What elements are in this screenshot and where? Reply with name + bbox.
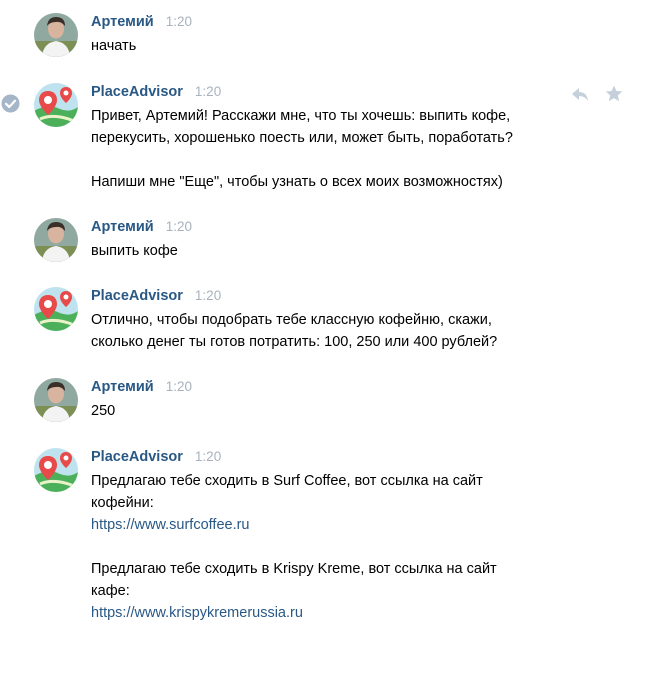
author-name[interactable]: Артемий bbox=[91, 219, 154, 235]
surfcoffee-link[interactable]: https://www.surfcoffee.ru bbox=[91, 514, 611, 536]
user-avatar[interactable] bbox=[34, 378, 78, 422]
text-line: выпить кофе bbox=[91, 243, 178, 259]
reply-icon[interactable] bbox=[570, 84, 590, 104]
text-line: Отлично, чтобы подобрать тебе классную к… bbox=[91, 312, 492, 328]
message-header: Артемий 1:20 bbox=[91, 13, 192, 31]
author-name[interactable]: PlaceAdvisor bbox=[91, 84, 183, 100]
message-header: PlaceAdvisor 1:20 bbox=[91, 448, 221, 466]
user-avatar[interactable] bbox=[34, 13, 78, 57]
message-time[interactable]: 1:20 bbox=[195, 449, 221, 464]
message-time[interactable]: 1:20 bbox=[166, 379, 192, 394]
author-name[interactable]: PlaceAdvisor bbox=[91, 449, 183, 465]
map-pin-icon bbox=[34, 287, 78, 331]
author-name[interactable]: Артемий bbox=[91, 14, 154, 30]
krispykreme-link[interactable]: https://www.krispykremerussia.ru bbox=[91, 602, 611, 624]
user-photo-icon bbox=[34, 218, 78, 262]
message-header: PlaceAdvisor 1:20 bbox=[91, 287, 221, 305]
bot-avatar[interactable] bbox=[34, 287, 78, 331]
author-name[interactable]: Артемий bbox=[91, 379, 154, 395]
bot-avatar[interactable] bbox=[34, 448, 78, 492]
user-avatar[interactable] bbox=[34, 218, 78, 262]
checkmark-circle-icon bbox=[1, 94, 20, 113]
message-text: начать bbox=[91, 35, 611, 57]
text-line: кафе: bbox=[91, 583, 130, 599]
message-text: Привет, Артемий! Расскажи мне, что ты хо… bbox=[91, 105, 611, 193]
map-pin-icon bbox=[34, 83, 78, 127]
message-time[interactable]: 1:20 bbox=[195, 84, 221, 99]
author-name[interactable]: PlaceAdvisor bbox=[91, 288, 183, 304]
message-header: Артемий 1:20 bbox=[91, 378, 192, 396]
message-text: Отлично, чтобы подобрать тебе классную к… bbox=[91, 309, 611, 353]
text-line: Привет, Артемий! Расскажи мне, что ты хо… bbox=[91, 108, 511, 124]
text-line: Предлагаю тебе сходить в Surf Coffee, во… bbox=[91, 473, 483, 489]
message-header: PlaceAdvisor 1:20 bbox=[91, 83, 221, 101]
text-line: начать bbox=[91, 38, 137, 54]
message-time[interactable]: 1:20 bbox=[166, 14, 192, 29]
message-header: Артемий 1:20 bbox=[91, 218, 192, 236]
message-time[interactable]: 1:20 bbox=[195, 288, 221, 303]
map-pin-icon bbox=[34, 448, 78, 492]
message-text: выпить кофе bbox=[91, 240, 611, 262]
message-time[interactable]: 1:20 bbox=[166, 219, 192, 234]
text-line: перекусить, хорошенько поесть или, может… bbox=[91, 130, 513, 146]
user-photo-icon bbox=[34, 13, 78, 57]
message-text: 250 bbox=[91, 400, 611, 422]
user-photo-icon bbox=[34, 378, 78, 422]
text-line: сколько денег ты готов потратить: 100, 2… bbox=[91, 334, 498, 350]
text-line: Предлагаю тебе сходить в Krispy Kreme, в… bbox=[91, 561, 497, 577]
text-line: Напиши мне "Еще", чтобы узнать о всех мо… bbox=[91, 174, 503, 190]
text-line: кофейни: bbox=[91, 495, 154, 511]
text-line: 250 bbox=[91, 403, 116, 419]
bot-avatar[interactable] bbox=[34, 83, 78, 127]
star-icon[interactable] bbox=[604, 84, 624, 104]
message-text: Предлагаю тебе сходить в Surf Coffee, во… bbox=[91, 470, 611, 624]
